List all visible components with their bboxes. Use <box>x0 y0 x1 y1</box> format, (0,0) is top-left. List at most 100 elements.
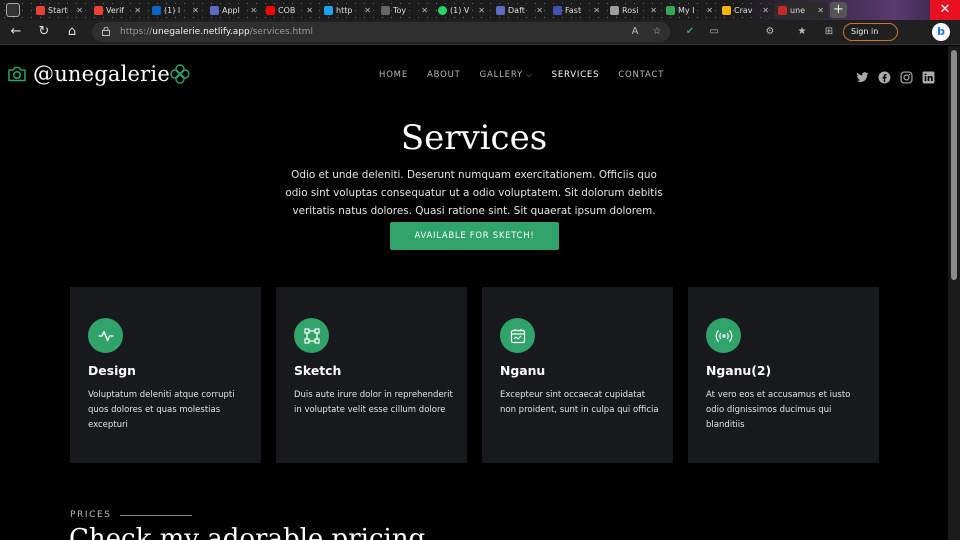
flower-logo-icon <box>170 64 190 84</box>
divider <box>119 514 192 516</box>
instagram-icon[interactable] <box>900 69 913 84</box>
browser-tab[interactable]: http ✕ <box>320 2 375 19</box>
favorite-star-icon[interactable]: ☆ <box>650 25 664 39</box>
close-tab-icon[interactable]: ✕ <box>364 6 371 15</box>
nav-home[interactable]: HOME <box>379 70 408 80</box>
hero-description: Odio et unde deleniti. Deserunt numquam … <box>285 169 663 217</box>
refresh-icon[interactable]: ↻ <box>36 24 52 40</box>
extension-icon[interactable]: ▭ <box>707 25 721 39</box>
service-card-nganu-2: Nganu(2) At vero eos et accusamus et ius… <box>688 287 879 463</box>
app-icon <box>496 6 505 15</box>
browser-tab[interactable]: Toy ✕ <box>377 2 432 19</box>
scrollbar-thumb[interactable] <box>951 50 957 280</box>
close-tab-icon[interactable]: ✕ <box>650 6 657 15</box>
browser-tab[interactable]: (1) V ✕ <box>434 2 489 19</box>
close-tab-icon[interactable]: ✕ <box>536 6 543 15</box>
lock-icon <box>102 27 110 36</box>
browser-tab[interactable]: COB ✕ <box>262 2 317 19</box>
new-tab-button[interactable]: + <box>830 2 847 18</box>
close-tab-icon[interactable]: ✕ <box>192 6 199 15</box>
page-scrollbar[interactable] <box>948 46 960 540</box>
close-tab-icon[interactable]: ✕ <box>817 6 824 15</box>
broadcast-icon <box>715 329 732 342</box>
linkedin-icon <box>152 6 161 15</box>
camera-icon <box>8 66 26 82</box>
twitter-icon[interactable] <box>856 69 869 82</box>
close-window-button[interactable]: ✕ <box>930 0 960 20</box>
site-icon <box>381 6 390 15</box>
back-icon[interactable]: ← <box>8 24 24 40</box>
service-card-design: Design Voluptatum deleniti atque corrupt… <box>70 287 261 463</box>
browser-tab[interactable]: Crav ✕ <box>718 2 773 19</box>
collections-icon[interactable]: ⊞ <box>822 25 836 39</box>
facebook-icon[interactable] <box>878 69 891 84</box>
twitter-icon <box>324 6 333 15</box>
nav-services[interactable]: SERVICES <box>552 70 600 80</box>
close-tab-icon[interactable]: ✕ <box>76 6 83 15</box>
home-icon[interactable]: ⌂ <box>64 24 80 40</box>
close-tab-icon[interactable]: ✕ <box>762 6 769 15</box>
service-title: Nganu(2) <box>706 363 772 378</box>
service-badge <box>706 318 741 353</box>
available-for-sketch-button[interactable]: AVAILABLE FOR SKETCH! <box>390 222 559 250</box>
close-tab-icon[interactable]: ✕ <box>421 6 428 15</box>
favorites-icon[interactable]: ★ <box>795 25 809 39</box>
bing-icon[interactable]: b <box>932 23 950 41</box>
app-icon <box>553 6 562 15</box>
service-card-nganu: Nganu Excepteur sint occaecat cupidatat … <box>482 287 673 463</box>
close-tab-icon[interactable]: ✕ <box>706 6 713 15</box>
browser-tab[interactable]: Start ✕ <box>32 2 87 19</box>
prices-title: Check my adorable pricing <box>69 524 426 540</box>
browser-tab[interactable]: Daft ✕ <box>492 2 547 19</box>
main-nav: HOME ABOUT GALLERY ⌵ SERVICES CONTACT <box>379 70 683 80</box>
social-links <box>856 69 935 84</box>
youtube-icon <box>266 6 275 15</box>
chevron-down-icon: ⌵ <box>526 71 533 79</box>
address-bar[interactable]: https://unegalerie.netlify.app/services.… <box>92 22 670 42</box>
site-logo[interactable]: @unegalerie <box>7 62 190 86</box>
extension-icon[interactable]: ✔ <box>683 25 697 39</box>
browser-tab[interactable]: My I ✕ <box>662 2 717 19</box>
google-drive-icon <box>666 6 675 15</box>
service-text: At vero eos et accusamus et iusto odio d… <box>706 390 851 430</box>
close-tab-icon[interactable]: ✕ <box>134 6 141 15</box>
service-badge <box>88 318 123 353</box>
app-icon <box>210 6 219 15</box>
nav-gallery[interactable]: GALLERY ⌵ <box>480 70 533 80</box>
service-title: Sketch <box>294 363 342 378</box>
browser-tab[interactable]: (1) I ✕ <box>148 2 203 19</box>
nav-about[interactable]: ABOUT <box>427 70 461 80</box>
linkedin-icon[interactable] <box>922 69 935 84</box>
gmail-icon <box>36 6 45 15</box>
service-text: Excepteur sint occaecat cupidatat non pr… <box>500 390 659 415</box>
close-tab-icon[interactable]: ✕ <box>306 6 313 15</box>
extensions-icon[interactable]: ⚙ <box>763 25 777 39</box>
close-tab-icon[interactable]: ✕ <box>250 6 257 15</box>
read-aloud-icon[interactable]: A <box>628 25 642 39</box>
prices-section-label: PRICES <box>70 510 192 520</box>
calendar-icon <box>510 328 525 343</box>
browser-tab[interactable]: Rosi ✕ <box>606 2 661 19</box>
browser-tab[interactable]: Fast ✕ <box>549 2 604 19</box>
nav-contact[interactable]: CONTACT <box>618 70 664 80</box>
page-title: Services <box>400 118 548 158</box>
browser-tab[interactable]: Verif ✕ <box>90 2 145 19</box>
sign-in-button[interactable]: Sign in <box>843 23 898 41</box>
service-title: Design <box>88 363 137 378</box>
close-tab-icon[interactable]: ✕ <box>478 6 485 15</box>
site-icon <box>778 6 787 15</box>
browser-tab[interactable]: Appl ✕ <box>206 2 261 19</box>
whatsapp-icon <box>438 6 447 15</box>
tab-actions-menu-icon[interactable] <box>6 3 20 17</box>
bounding-box-icon <box>303 327 320 344</box>
service-title: Nganu <box>500 363 546 378</box>
service-text: Voluptatum deleniti atque corrupti quos … <box>88 390 235 430</box>
gmail-icon <box>94 6 103 15</box>
service-badge <box>500 318 535 353</box>
browser-tab-strip: Start ✕ Verif ✕ (1) I ✕ Appl ✕ COB ✕ http ✕ To… <box>0 0 960 20</box>
service-card-sketch: Sketch Duis aute irure dolor in reprehen… <box>276 287 467 463</box>
close-tab-icon[interactable]: ✕ <box>593 6 600 15</box>
browser-tab-active[interactable]: une ✕ <box>774 2 828 19</box>
browser-toolbar: ← ↻ ⌂ https://unegalerie.netlify.app/ser… <box>0 20 960 45</box>
site-icon <box>722 6 731 15</box>
